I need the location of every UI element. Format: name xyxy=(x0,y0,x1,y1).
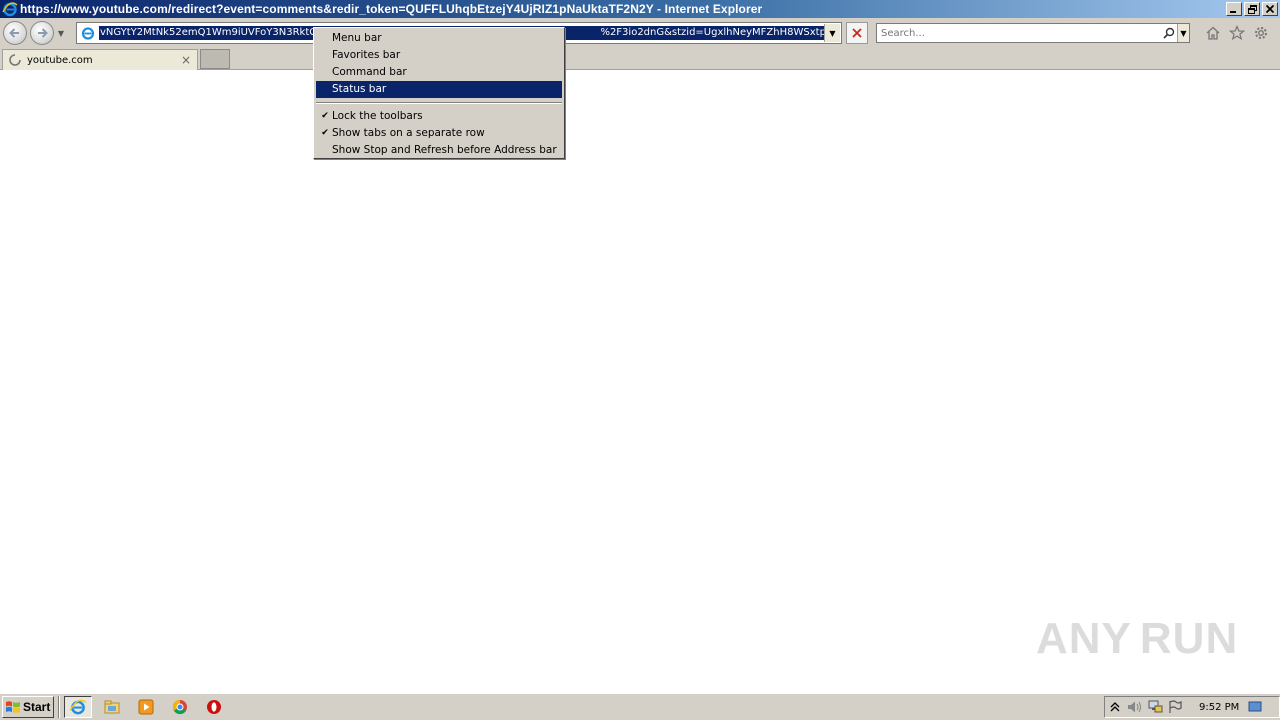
tab-title: youtube.com xyxy=(27,54,93,66)
taskbar-separator xyxy=(58,696,60,718)
internet-explorer-icon xyxy=(2,1,18,17)
menu-item-menu-bar[interactable]: Menu bar xyxy=(316,30,562,47)
taskbar-explorer-button[interactable] xyxy=(98,696,126,718)
minimize-button[interactable] xyxy=(1226,2,1242,16)
toolbars-context-menu: Menu bar Favorites bar Command bar Statu… xyxy=(313,27,565,159)
taskbar: Start 9:52 PM xyxy=(0,693,1280,720)
menu-item-status-bar[interactable]: Status bar xyxy=(316,81,562,98)
taskbar-ie-button[interactable] xyxy=(64,696,92,718)
window-title-bar[interactable]: https://www.youtube.com/redirect?event=c… xyxy=(0,0,1280,18)
menu-item-stop-refresh-before-address[interactable]: Show Stop and Refresh before Address bar xyxy=(316,142,562,159)
clock[interactable]: 9:52 PM xyxy=(1199,702,1239,713)
menu-item-tabs-separate-row[interactable]: ✔ Show tabs on a separate row xyxy=(316,125,562,142)
search-dropdown-button[interactable]: ▼ xyxy=(1177,24,1189,42)
menu-item-label: Show Stop and Refresh before Address bar xyxy=(332,144,557,156)
windows-flag-icon xyxy=(5,699,21,715)
new-tab-button[interactable] xyxy=(200,49,230,69)
internet-explorer-icon xyxy=(69,699,87,715)
show-desktop-icon[interactable] xyxy=(1245,698,1265,716)
stop-button[interactable] xyxy=(846,22,868,44)
taskbar-opera-button[interactable] xyxy=(200,696,228,718)
menu-item-label: Command bar xyxy=(332,66,407,78)
stop-x-icon xyxy=(852,28,862,38)
tab-close-icon[interactable]: × xyxy=(179,53,193,67)
folder-icon xyxy=(104,700,120,714)
watermark-text-right: RUN xyxy=(1139,614,1239,663)
taskbar-media-player-button[interactable] xyxy=(132,696,160,718)
restore-button[interactable] xyxy=(1244,2,1260,16)
menu-item-favorites-bar[interactable]: Favorites bar xyxy=(316,47,562,64)
recent-pages-dropdown[interactable]: ▼ xyxy=(56,21,66,45)
tab-bar: youtube.com × xyxy=(0,48,1280,70)
window-title: https://www.youtube.com/redirect?event=c… xyxy=(20,2,763,16)
menu-item-command-bar[interactable]: Command bar xyxy=(316,64,562,81)
menu-separator xyxy=(316,102,562,104)
loading-spinner-icon xyxy=(9,54,21,66)
forward-arrow-icon xyxy=(38,28,48,38)
watermark-text-left: ANY xyxy=(1036,614,1132,663)
menu-item-label: Show tabs on a separate row xyxy=(332,127,485,139)
menu-item-label: Status bar xyxy=(332,83,387,95)
action-center-flag-icon[interactable] xyxy=(1165,698,1185,716)
show-hidden-icons-arrow-icon[interactable] xyxy=(1105,698,1125,716)
menu-item-label: Lock the toolbars xyxy=(332,110,423,122)
search-box[interactable]: ▼ xyxy=(876,23,1190,43)
menu-item-label: Favorites bar xyxy=(332,49,401,61)
tools-gear-icon[interactable] xyxy=(1252,24,1270,42)
media-player-icon xyxy=(138,699,154,715)
search-icon[interactable] xyxy=(1161,25,1177,41)
volume-icon[interactable] xyxy=(1125,698,1145,716)
chrome-icon xyxy=(172,699,187,715)
back-arrow-icon xyxy=(9,28,19,38)
start-label: Start xyxy=(23,700,51,714)
menu-item-label: Menu bar xyxy=(332,32,382,44)
home-icon[interactable] xyxy=(1204,24,1222,42)
checkmark-icon: ✔ xyxy=(321,111,329,121)
forward-button[interactable] xyxy=(30,21,54,45)
anyrun-watermark: ANY RUN xyxy=(1036,606,1239,672)
navigation-toolbar: ▼ vNGYtY2MtNk52emQ1Wm9iUVFoY3N3RktCeDZwZ… xyxy=(0,18,1280,48)
address-dropdown-button[interactable]: ▼ xyxy=(824,24,840,42)
back-button[interactable] xyxy=(3,21,27,45)
favorites-star-icon[interactable] xyxy=(1228,24,1246,42)
start-button[interactable]: Start xyxy=(2,696,54,718)
system-tray: 9:52 PM xyxy=(1104,696,1280,718)
opera-icon xyxy=(207,700,221,714)
search-input[interactable] xyxy=(877,27,1161,39)
taskbar-chrome-button[interactable] xyxy=(166,696,194,718)
menu-item-lock-toolbars[interactable]: ✔ Lock the toolbars xyxy=(316,108,562,125)
tab-youtube[interactable]: youtube.com × xyxy=(2,49,198,70)
page-ie-icon xyxy=(80,25,96,41)
close-window-button[interactable] xyxy=(1262,2,1278,16)
network-icon[interactable] xyxy=(1145,698,1165,716)
url-right-part: %2F3io2dnG&stzid=UgxlhNeyMFZhH8WSxtp4AaA… xyxy=(600,27,824,38)
checkmark-icon: ✔ xyxy=(321,128,329,138)
